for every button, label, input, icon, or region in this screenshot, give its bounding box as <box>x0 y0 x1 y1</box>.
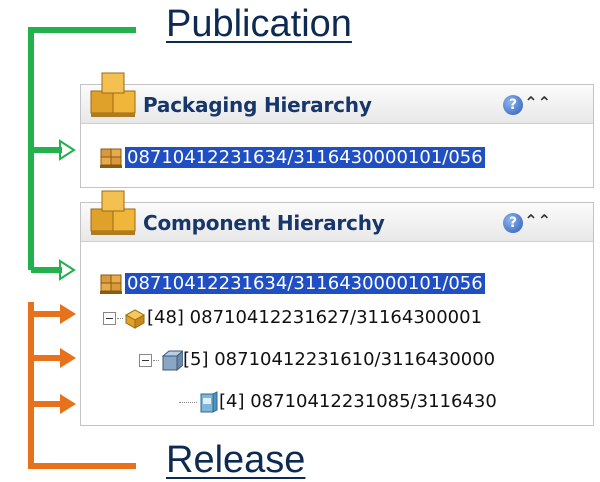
release-arrowheads <box>60 304 76 414</box>
publication-arrowheads <box>59 139 76 281</box>
panel-title: Packaging Hierarchy <box>143 93 372 117</box>
component-panel-header: Component Hierarchy ? ⌃⌃ <box>81 190 593 242</box>
boxes-icon <box>90 190 136 235</box>
row-label[interactable]: [5] 08710412231610/3116430000 <box>183 349 495 370</box>
unit-icon <box>200 391 218 413</box>
packaging-hierarchy-panel: Packaging Hierarchy ? ⌃⌃ 08710412231634/… <box>80 72 594 188</box>
pallet-icon <box>100 148 122 168</box>
component-hierarchy-panel: Component Hierarchy ? ⌃⌃ 08710412231634/… <box>80 190 594 426</box>
tree-row[interactable]: [48] 08710412231627/31164300001 <box>103 305 482 331</box>
pack-icon <box>161 350 183 372</box>
case-icon <box>124 309 146 329</box>
collapse-icon[interactable]: ⌃⌃ <box>524 211 551 231</box>
packaging-panel-header: Packaging Hierarchy ? ⌃⌃ <box>81 72 593 124</box>
connector-line <box>179 401 197 403</box>
help-icon[interactable]: ? <box>503 213 523 233</box>
tree-row[interactable]: [4] 08710412231085/3116430 <box>179 389 497 415</box>
row-label[interactable]: 08710412231634/3116430000101/056 <box>125 273 485 294</box>
publication-label: Publication <box>166 3 352 45</box>
collapse-icon[interactable]: ⌃⌃ <box>524 93 551 113</box>
boxes-icon <box>90 72 136 117</box>
row-label[interactable]: [48] 08710412231627/31164300001 <box>147 307 482 328</box>
help-icon[interactable]: ? <box>503 95 523 115</box>
tree-row[interactable]: 08710412231634/3116430000101/056 <box>99 145 485 171</box>
collapse-toggle-icon[interactable] <box>139 353 152 367</box>
row-label[interactable]: 08710412231634/3116430000101/056 <box>125 147 485 168</box>
tree-view: 08710412231634/3116430000101/056 [48] 08… <box>81 243 593 423</box>
tree-row[interactable]: [5] 08710412231610/3116430000 <box>139 347 495 373</box>
collapse-toggle-icon[interactable] <box>103 311 116 325</box>
row-label[interactable]: [4] 08710412231085/3116430 <box>219 391 497 412</box>
pallet-icon <box>100 274 122 294</box>
tree-row[interactable]: 08710412231634/3116430000101/056 <box>99 271 485 297</box>
release-label: Release <box>166 439 306 481</box>
panel-title: Component Hierarchy <box>143 211 385 235</box>
